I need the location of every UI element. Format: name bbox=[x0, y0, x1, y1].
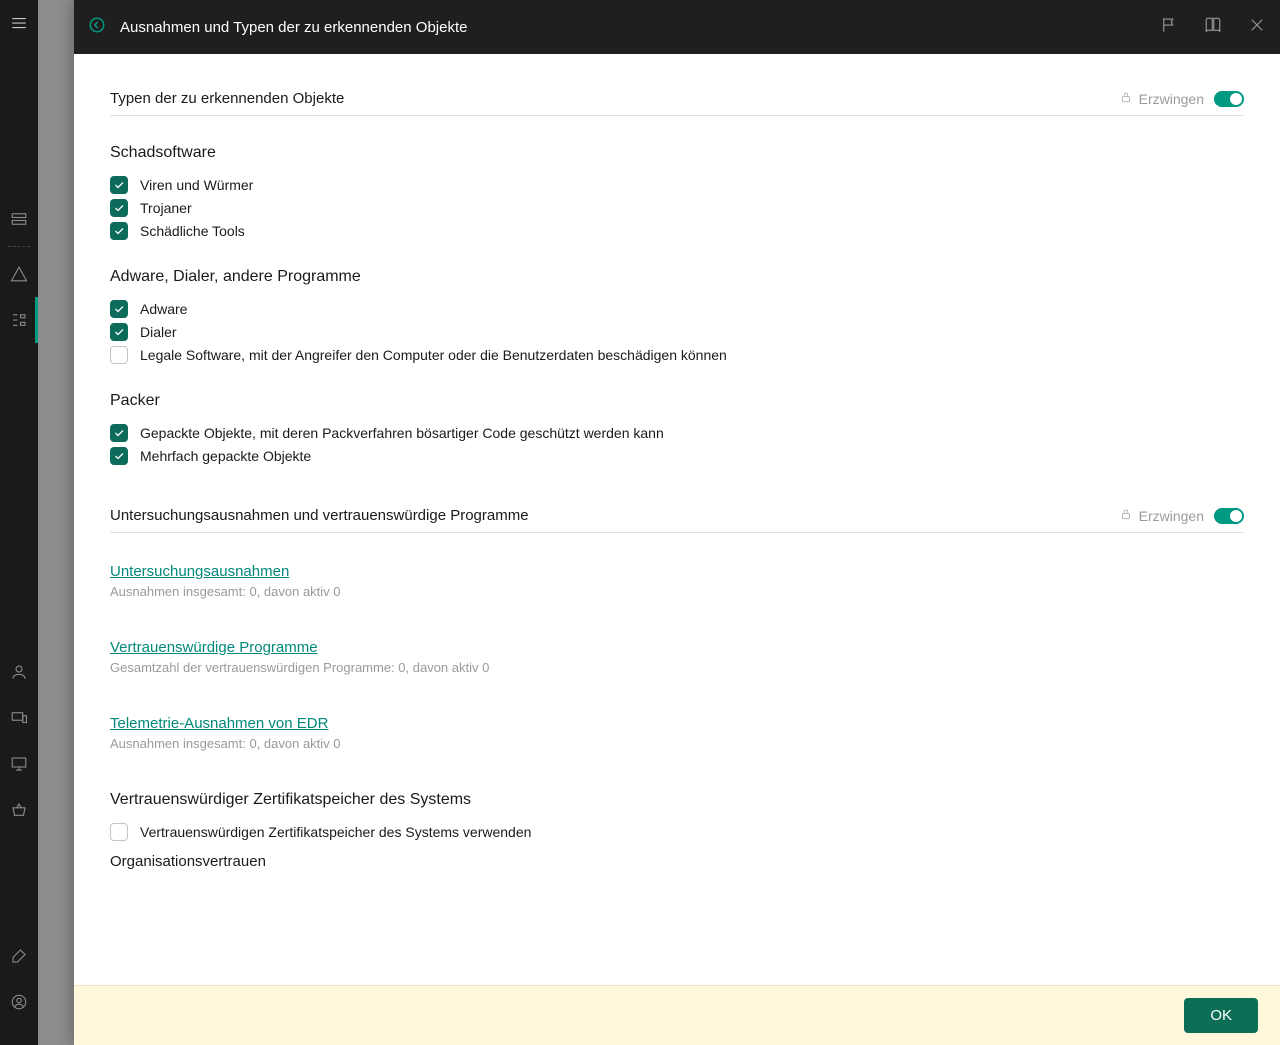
checkbox-label: Mehrfach gepackte Objekte bbox=[140, 448, 311, 464]
link-edr-block: Telemetrie-Ausnahmen von EDR Ausnahmen i… bbox=[110, 715, 1244, 751]
checkbox-label: Trojaner bbox=[140, 200, 192, 216]
link-scan-exclusions-block: Untersuchungsausnahmen Ausnahmen insgesa… bbox=[110, 563, 1244, 599]
checkbox-label: Viren und Würmer bbox=[140, 177, 253, 193]
checkbox-adware[interactable] bbox=[110, 300, 128, 318]
check-legal-software: Legale Software, mit der Angreifer den C… bbox=[110, 346, 1244, 364]
nav-alert-icon[interactable] bbox=[0, 251, 38, 297]
menu-icon[interactable] bbox=[0, 0, 38, 46]
check-dialer: Dialer bbox=[110, 323, 1244, 341]
link-scan-exclusions[interactable]: Untersuchungsausnahmen bbox=[110, 563, 1244, 580]
link-edr-sub: Ausnahmen insgesamt: 0, davon aktiv 0 bbox=[110, 736, 1244, 751]
check-cert-store: Vertrauenswürdigen Zertifikatspeicher de… bbox=[110, 823, 1244, 841]
nav-rail bbox=[0, 0, 38, 1045]
checkbox-viruses[interactable] bbox=[110, 176, 128, 194]
ok-button[interactable]: OK bbox=[1184, 998, 1258, 1033]
checkbox-label: Legale Software, mit der Angreifer den C… bbox=[140, 347, 727, 363]
checkbox-label: Gepackte Objekte, mit deren Packverfahre… bbox=[140, 425, 664, 441]
check-adware: Adware bbox=[110, 300, 1244, 318]
panel-title: Ausnahmen und Typen der zu erkennenden O… bbox=[120, 19, 1146, 36]
lock-icon bbox=[1119, 507, 1133, 524]
nav-settings-icon[interactable] bbox=[0, 933, 38, 979]
org-trust-label: Organisationsvertrauen bbox=[110, 853, 1244, 870]
checkbox-malicious-tools[interactable] bbox=[110, 222, 128, 240]
back-icon[interactable] bbox=[88, 16, 106, 38]
section-exclusions-title: Untersuchungsausnahmen und vertrauenswür… bbox=[110, 507, 1119, 524]
cert-heading: Vertrauenswürdiger Zertifikatspeicher de… bbox=[110, 791, 1244, 809]
nav-account-icon[interactable] bbox=[0, 979, 38, 1025]
panel-footer: OK bbox=[74, 985, 1280, 1045]
nav-user-icon[interactable] bbox=[0, 649, 38, 695]
checkbox-dialer[interactable] bbox=[110, 323, 128, 341]
link-edr[interactable]: Telemetrie-Ausnahmen von EDR bbox=[110, 715, 1244, 732]
checkbox-trojans[interactable] bbox=[110, 199, 128, 217]
checkbox-legal-software[interactable] bbox=[110, 346, 128, 364]
nav-policies-icon[interactable] bbox=[0, 297, 38, 343]
nav-basket-icon[interactable] bbox=[0, 787, 38, 833]
checkbox-packed-objects[interactable] bbox=[110, 424, 128, 442]
enforce-toggle-exclusions[interactable] bbox=[1214, 508, 1244, 524]
nav-dashboard-icon[interactable] bbox=[0, 196, 38, 242]
panel-header: Ausnahmen und Typen der zu erkennenden O… bbox=[74, 0, 1280, 54]
check-packed-objects: Gepackte Objekte, mit deren Packverfahre… bbox=[110, 424, 1244, 442]
section-exclusions-header: Untersuchungsausnahmen und vertrauenswür… bbox=[110, 507, 1244, 533]
link-trusted-apps[interactable]: Vertrauenswürdige Programme bbox=[110, 639, 1244, 656]
check-viruses: Viren und Würmer bbox=[110, 176, 1244, 194]
group-malware-title: Schadsoftware bbox=[110, 144, 1244, 162]
panel-body: Typen der zu erkennenden Objekte Erzwing… bbox=[74, 54, 1280, 985]
nav-monitor-icon[interactable] bbox=[0, 741, 38, 787]
link-trusted-apps-sub: Gesamtzahl der vertrauenswürdigen Progra… bbox=[110, 660, 1244, 675]
checkbox-multi-packed[interactable] bbox=[110, 447, 128, 465]
nav-devices-icon[interactable] bbox=[0, 695, 38, 741]
enforce-label: Erzwingen bbox=[1139, 508, 1204, 524]
checkbox-cert-store[interactable] bbox=[110, 823, 128, 841]
checkbox-label: Dialer bbox=[140, 324, 177, 340]
checkbox-label: Vertrauenswürdigen Zertifikatspeicher de… bbox=[140, 824, 531, 840]
enforce-toggle-types[interactable] bbox=[1214, 91, 1244, 107]
section-types-title: Typen der zu erkennenden Objekte bbox=[110, 90, 1119, 107]
close-icon[interactable] bbox=[1248, 16, 1266, 38]
check-trojans: Trojaner bbox=[110, 199, 1244, 217]
check-multi-packed: Mehrfach gepackte Objekte bbox=[110, 447, 1244, 465]
section-types-header: Typen der zu erkennenden Objekte Erzwing… bbox=[110, 90, 1244, 116]
link-scan-exclusions-sub: Ausnahmen insgesamt: 0, davon aktiv 0 bbox=[110, 584, 1244, 599]
flag-icon[interactable] bbox=[1160, 16, 1178, 38]
secondary-strip bbox=[38, 0, 74, 1045]
check-malicious-tools: Schädliche Tools bbox=[110, 222, 1244, 240]
settings-panel: Ausnahmen und Typen der zu erkennenden O… bbox=[74, 0, 1280, 1045]
lock-icon bbox=[1119, 90, 1133, 107]
group-adware-title: Adware, Dialer, andere Programme bbox=[110, 268, 1244, 286]
book-icon[interactable] bbox=[1204, 16, 1222, 38]
checkbox-label: Schädliche Tools bbox=[140, 223, 245, 239]
group-packer-title: Packer bbox=[110, 392, 1244, 410]
link-trusted-apps-block: Vertrauenswürdige Programme Gesamtzahl d… bbox=[110, 639, 1244, 675]
enforce-label: Erzwingen bbox=[1139, 91, 1204, 107]
checkbox-label: Adware bbox=[140, 301, 187, 317]
